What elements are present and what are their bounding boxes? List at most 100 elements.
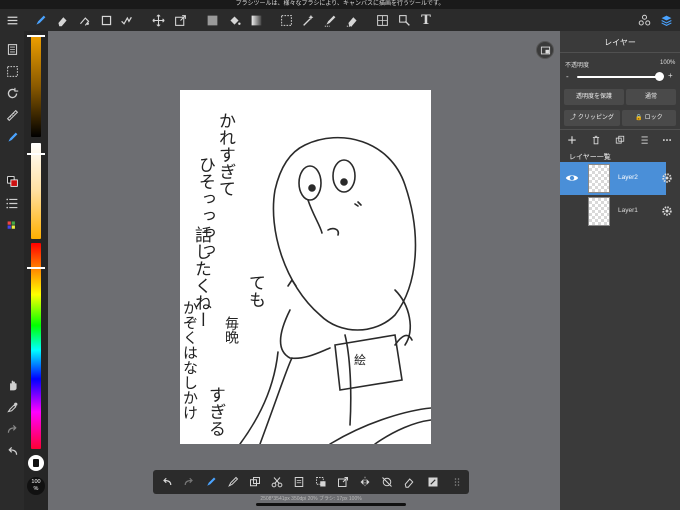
menu-icon[interactable] xyxy=(4,12,20,28)
eraser-icon[interactable] xyxy=(54,12,70,28)
medibang-app: ブラシツールは、様々なブラシにより、キャンバスに描画を行うツールです。 T 10… xyxy=(0,0,680,510)
drawing-text-side2: 毎晩 xyxy=(223,316,239,344)
undo-icon[interactable] xyxy=(159,474,175,490)
layer-row-layer2[interactable]: Layer2 xyxy=(560,162,666,195)
opacity-slider-thumb[interactable] xyxy=(655,72,664,81)
opacity-slider-track[interactable] xyxy=(577,76,663,78)
dropper-icon[interactable] xyxy=(4,399,20,415)
protect-alpha-button[interactable]: 透明度を保護 xyxy=(564,89,624,105)
drawing-paper[interactable]: かれすぎて ひそっっっっ 話したくねー かぞくはなしかけ すぎる ても 毎晩 絵 xyxy=(180,90,432,445)
ruler-icon[interactable] xyxy=(4,107,20,123)
transform-icon[interactable] xyxy=(172,12,188,28)
value-slider-marker[interactable] xyxy=(27,35,45,37)
drawing-text-paper: 絵 xyxy=(354,353,367,367)
hue-slider-marker[interactable] xyxy=(27,267,45,269)
grip-icon[interactable] xyxy=(449,474,465,490)
fill-square-icon[interactable] xyxy=(204,12,220,28)
duplicate-icon[interactable] xyxy=(247,474,263,490)
layer-panel: レイヤー 不透明度 100% - + 透明度を保護 通常 ⤴ クリッピング 🔒 … xyxy=(560,31,680,510)
redo-icon[interactable] xyxy=(4,421,20,437)
blend-mode-select[interactable]: 通常 xyxy=(626,89,676,105)
add-layer-icon[interactable] xyxy=(565,133,579,147)
duplicate-layer-icon[interactable] xyxy=(613,133,627,147)
materials-icon[interactable] xyxy=(636,12,652,28)
edit-icon[interactable] xyxy=(425,474,441,490)
hide-icon[interactable] xyxy=(379,474,395,490)
eye-icon[interactable] xyxy=(565,172,579,184)
brush-preview-icon xyxy=(33,459,39,467)
brush-opacity-indicator[interactable]: 100 % xyxy=(27,477,45,495)
select-pen-icon[interactable] xyxy=(322,12,338,28)
drawing-text-col4: かぞくはなしかけ xyxy=(181,300,199,420)
drawing-text-col5: すぎる xyxy=(205,386,225,437)
copy-icon[interactable] xyxy=(291,474,307,490)
status-message: ブラシツールは、様々なブラシにより、キャンバスに描画を行うツールです。 xyxy=(235,1,445,7)
bottom-toolbar xyxy=(153,470,469,494)
eraser-select-icon[interactable] xyxy=(401,474,417,490)
home-indicator[interactable] xyxy=(256,503,406,506)
selection-icon[interactable] xyxy=(4,63,20,79)
navigator-icon[interactable] xyxy=(536,41,554,59)
layer-name: Layer2 xyxy=(618,174,638,181)
gear-icon[interactable] xyxy=(660,171,674,185)
clipping-icon: ⤴ xyxy=(570,115,578,121)
clipping-label: クリッピング xyxy=(577,115,614,121)
canvas-area[interactable]: かれすぎて ひそっっっっ 話したくねー かぞくはなしかけ すぎる ても 毎晩 絵 xyxy=(48,31,560,510)
more-options-icon[interactable] xyxy=(660,133,674,147)
gear-icon[interactable] xyxy=(660,204,674,218)
opacity-minus-button[interactable]: - xyxy=(566,72,569,81)
drawing-text-col1: かれすぎて xyxy=(215,112,235,197)
lock-button[interactable]: 🔒 ロック xyxy=(622,110,676,126)
layer-thumbnail xyxy=(588,197,610,226)
filter-icon[interactable] xyxy=(374,12,390,28)
undo-icon[interactable] xyxy=(4,443,20,459)
lock-label: ロック xyxy=(644,115,663,121)
color-swatch-icon[interactable] xyxy=(4,173,20,189)
select-eraser-icon[interactable] xyxy=(344,12,360,28)
saturation-slider[interactable] xyxy=(31,143,41,239)
opacity-value: 100% xyxy=(660,60,676,66)
hue-slider[interactable] xyxy=(31,243,41,449)
bucket-icon[interactable] xyxy=(226,12,242,28)
brush-opacity-unit: % xyxy=(33,486,39,492)
top-toolbar: T xyxy=(0,9,680,31)
select-rect-icon[interactable] xyxy=(278,12,294,28)
flip-icon[interactable] xyxy=(357,474,373,490)
brush-size-indicator[interactable] xyxy=(28,455,44,471)
delete-layer-icon[interactable] xyxy=(589,133,603,147)
value-slider[interactable] xyxy=(31,35,41,137)
transform-icon[interactable] xyxy=(335,474,351,490)
pen-tool-icon[interactable] xyxy=(4,129,20,145)
color-slider-panel: 100 % xyxy=(24,31,48,510)
saturation-slider-marker[interactable] xyxy=(27,153,45,155)
gradient-icon[interactable] xyxy=(248,12,264,28)
opacity-plus-button[interactable]: + xyxy=(668,71,673,80)
redo-icon[interactable] xyxy=(181,474,197,490)
layer-list-title: レイヤー一覧 xyxy=(569,154,611,161)
cut-icon[interactable] xyxy=(269,474,285,490)
palette-icon[interactable] xyxy=(4,217,20,233)
select-pen-icon[interactable] xyxy=(203,474,219,490)
layer-list-icon[interactable] xyxy=(4,195,20,211)
pen-icon[interactable] xyxy=(225,474,241,490)
divider xyxy=(560,129,680,130)
canvas-info: 2508*3541px 350dpi 20% ブラシ: 17px 100% xyxy=(260,496,362,502)
brush-opacity-value: 100 xyxy=(31,479,41,485)
check-icon[interactable] xyxy=(118,12,134,28)
eyedropper-icon[interactable] xyxy=(396,12,412,28)
brush-icon[interactable] xyxy=(32,12,48,28)
blur-icon[interactable] xyxy=(76,12,92,28)
layers-icon[interactable] xyxy=(658,12,674,28)
magic-wand-icon[interactable] xyxy=(300,12,316,28)
hand-icon[interactable] xyxy=(4,377,20,393)
layer-row-layer1[interactable]: Layer1 xyxy=(560,195,666,228)
rotate-icon[interactable] xyxy=(4,85,20,101)
shape-rect-icon[interactable] xyxy=(98,12,114,28)
paste-icon[interactable] xyxy=(313,474,329,490)
layer-list-icon[interactable] xyxy=(637,133,651,147)
layer-thumbnail xyxy=(588,164,610,193)
move-icon[interactable] xyxy=(150,12,166,28)
text-icon[interactable]: T xyxy=(418,12,434,28)
pages-icon[interactable] xyxy=(4,41,20,57)
clipping-button[interactable]: ⤴ クリッピング xyxy=(564,110,620,126)
